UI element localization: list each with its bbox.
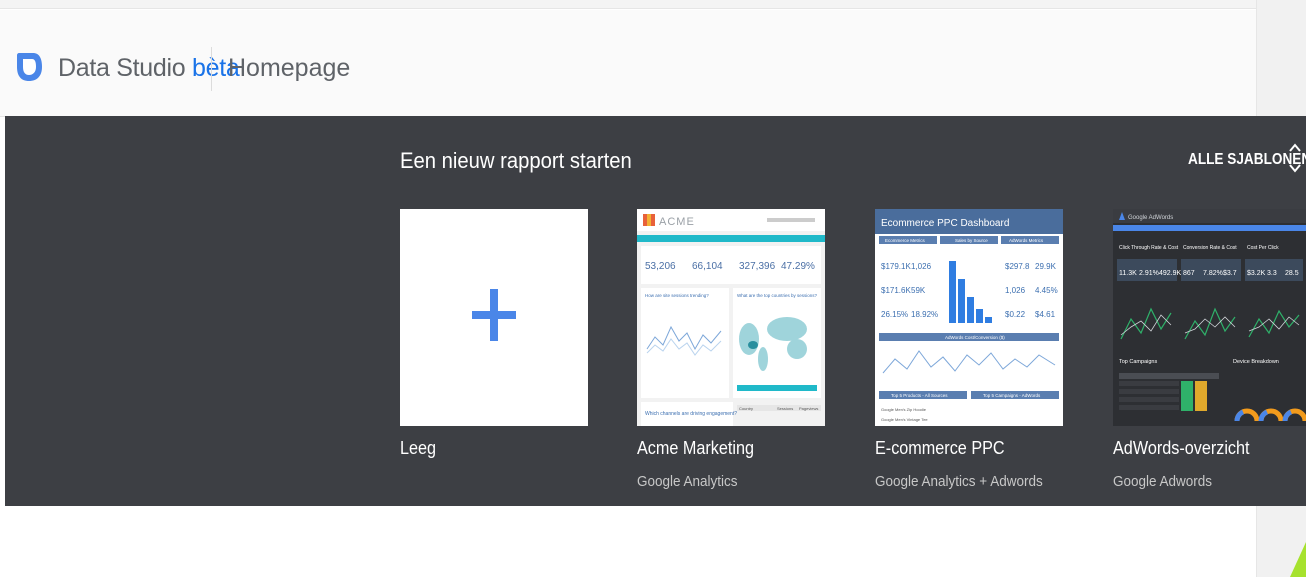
product-name: Data Studio bèta — [58, 54, 240, 83]
top-border — [0, 0, 1306, 9]
ecommerce-report-preview: Ecommerce PPC Dashboard Ecommerce Metric… — [875, 209, 1063, 426]
template-blank[interactable]: Leeg — [400, 209, 588, 458]
adwords-value-4: 867 — [1183, 270, 1195, 277]
acme-kpi-3: 327,396 — [739, 261, 776, 272]
ecom-dashboard-title: Ecommerce PPC Dashboard — [881, 218, 1009, 229]
adwords-section-3: Cost Per Click — [1247, 245, 1279, 251]
ecom-table-row-1: Google Men's Zip Hoodie — [881, 407, 927, 412]
template-acme-marketing[interactable]: ACME 53,206 66,104 327,396 47.29% How ar… — [637, 209, 825, 490]
template-thumbnail[interactable]: Google AdWords Click Through Rate & Cost… — [1113, 209, 1306, 426]
acme-report-preview: ACME 53,206 66,104 327,396 47.29% How ar… — [637, 209, 825, 426]
watermark-icon — [1290, 542, 1306, 577]
page-title: Homepage — [228, 54, 351, 82]
app-header: Data Studio bèta Homepage — [0, 10, 1306, 117]
adwords-section-1: Click Through Rate & Cost — [1119, 245, 1179, 251]
acme-question-1: How are site sessions trending? — [645, 293, 709, 298]
expand-collapse-icon[interactable] — [1287, 140, 1303, 176]
acme-kpi-1: 53,206 — [645, 261, 676, 272]
acme-kpi-4: 47.29% — [781, 261, 815, 272]
adwords-value-1: 11.3K — [1119, 270, 1137, 277]
acme-table-col-3: Pageviews — [799, 406, 818, 411]
ecom-section-2: Sales by Source — [955, 238, 988, 243]
ecom-adwords-6: $4.61 — [1035, 310, 1056, 319]
template-gallery: Een nieuw rapport starten ALLE SJABLONEN… — [5, 116, 1306, 506]
template-source: Google Analytics + Adwords — [875, 473, 1043, 490]
adwords-value-2: 2.91% — [1139, 270, 1159, 277]
template-name[interactable]: Acme Marketing — [637, 438, 754, 459]
data-studio-logo-icon[interactable] — [15, 50, 43, 84]
ecom-metric-6: 18.92% — [911, 310, 938, 319]
ecom-metric-2: 1,026 — [911, 262, 932, 271]
header-divider — [211, 47, 212, 91]
acme-logo-text: ACME — [659, 216, 695, 228]
adwords-value-3: 492.9K — [1159, 270, 1182, 277]
adwords-value-6: $3.7 — [1223, 270, 1237, 277]
adwords-device-breakdown: Device Breakdown — [1233, 359, 1279, 365]
template-name[interactable]: Leeg — [400, 438, 436, 459]
product-title: Data Studio — [58, 54, 186, 82]
ecom-chart-title: AdWords Cost/Conversion ($) — [945, 335, 1005, 340]
template-thumbnail[interactable]: Ecommerce PPC Dashboard Ecommerce Metric… — [875, 209, 1063, 426]
ecom-adwords-1: $297.8 — [1005, 262, 1030, 271]
ecom-adwords-4: 4.45% — [1035, 286, 1058, 295]
ecom-metric-4: 59K — [911, 286, 926, 295]
ecom-metric-5: 26.15% — [881, 310, 908, 319]
template-name[interactable]: AdWords-overzicht — [1113, 438, 1250, 459]
ecom-adwords-2: 29.9K — [1035, 262, 1057, 271]
template-thumbnail[interactable] — [400, 209, 588, 426]
template-thumbnail[interactable]: ACME 53,206 66,104 327,396 47.29% How ar… — [637, 209, 825, 426]
adwords-report-preview: Google AdWords Click Through Rate & Cost… — [1113, 209, 1306, 426]
template-name[interactable]: E-commerce PPC — [875, 438, 1005, 459]
adwords-value-5: 7.82% — [1203, 270, 1223, 277]
adwords-section-2: Conversion Rate & Cost — [1183, 245, 1237, 251]
template-adwords-overview[interactable]: Google AdWords Click Through Rate & Cost… — [1113, 209, 1306, 490]
ecom-adwords-3: 1,026 — [1005, 286, 1026, 295]
adwords-top-campaigns: Top Campaigns — [1119, 359, 1157, 365]
adwords-brand: Google AdWords — [1128, 215, 1173, 221]
ecom-section-3: AdWords Metrics — [1009, 238, 1044, 243]
ecom-metric-1: $179.1K — [881, 262, 911, 271]
ecom-metric-3: $171.6K — [881, 286, 911, 295]
template-ecommerce-ppc[interactable]: Ecommerce PPC Dashboard Ecommerce Metric… — [875, 209, 1063, 490]
ecom-table-row-2: Google Men's Vintage Tee — [881, 417, 928, 422]
ecom-adwords-5: $0.22 — [1005, 310, 1026, 319]
plus-icon — [472, 289, 516, 341]
acme-question-2: What are the top countries by sessions? — [737, 293, 818, 298]
acme-question-3: Which channels are driving engagement? — [645, 411, 737, 417]
acme-kpi-2: 66,104 — [692, 261, 723, 272]
adwords-value-7: $3.2K — [1247, 270, 1266, 277]
template-source: Google Adwords — [1113, 473, 1213, 490]
ecom-table-1-title: Top 5 Products - All Sources — [891, 393, 948, 398]
ecom-section-1: Ecommerce Metrics — [885, 238, 926, 243]
adwords-value-9: 28.5 — [1285, 270, 1299, 277]
adwords-value-8: 3.3 — [1267, 270, 1277, 277]
acme-table-col-2: Sessions — [777, 406, 793, 411]
acme-table-col-1: Country — [739, 406, 753, 411]
gallery-title: Een nieuw rapport starten — [400, 148, 632, 173]
template-source: Google Analytics — [637, 473, 738, 490]
ecom-table-2-title: Top 5 Campaigns - AdWords — [983, 393, 1041, 398]
